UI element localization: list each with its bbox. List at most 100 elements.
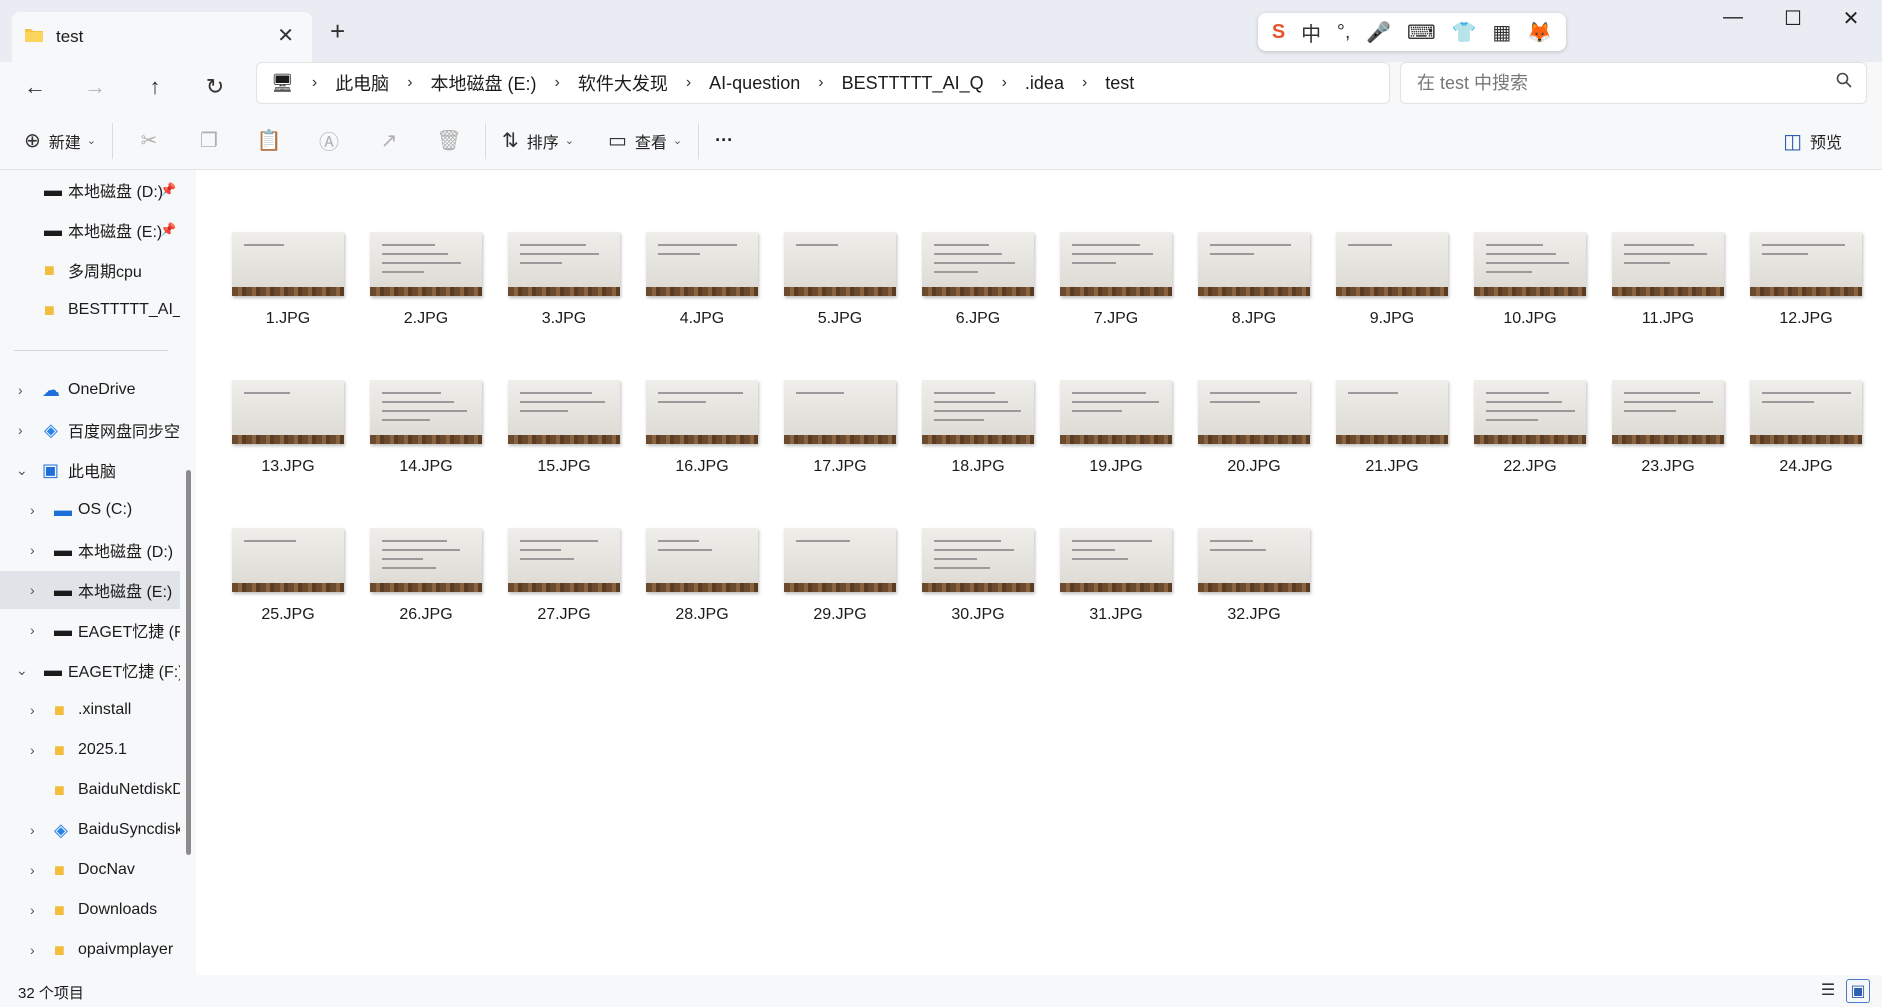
file-item[interactable]: 11.JPG (1606, 232, 1730, 360)
sidebar-item-xinstall[interactable]: › ■ .xinstall (0, 691, 180, 729)
file-view[interactable]: 1.JPG 2.JPG 3.JPG 4.JPG 5.JPG 6.JPG 7.JPG 8.JPG… (196, 170, 1882, 975)
skin-icon[interactable]: 👕 (1452, 20, 1477, 45)
rename-icon[interactable]: Ⓐ (299, 126, 359, 155)
close-window-button[interactable]: ✕ (1826, 6, 1876, 34)
file-item[interactable]: 7.JPG (1054, 232, 1178, 360)
more-options-button[interactable]: ··· (705, 121, 743, 161)
navigation-pane[interactable]: ▬ 本地磁盘 (D:) 📌 ▬ 本地磁盘 (E:) 📌 ■ 多周期cpu ■ B… (0, 170, 196, 975)
search-icon[interactable] (1836, 72, 1852, 93)
file-item[interactable]: 12.JPG (1744, 232, 1868, 360)
file-item[interactable]: 18.JPG (916, 380, 1040, 508)
file-item[interactable]: 29.JPG (778, 528, 902, 656)
chevron-right-icon[interactable]: › (30, 702, 35, 718)
computer-icon[interactable]: 🖥 (271, 73, 294, 94)
sidebar-item-onedrive[interactable]: › ☁ OneDrive (0, 371, 180, 409)
file-item[interactable]: 9.JPG (1330, 232, 1454, 360)
file-item[interactable]: 6.JPG (916, 232, 1040, 360)
share-icon[interactable]: ↗ (359, 128, 419, 153)
file-item[interactable]: 19.JPG (1054, 380, 1178, 508)
chevron-right-icon[interactable]: › (818, 74, 823, 92)
cut-icon[interactable]: ✂ (119, 128, 179, 153)
large-icons-view-button[interactable]: ▣ (1846, 979, 1870, 1003)
chevron-right-icon[interactable]: › (555, 74, 560, 92)
sidebar-item-bestttttt-folder[interactable]: ■ BESTTTTT_AI_Q (0, 291, 180, 329)
file-item[interactable]: 26.JPG (364, 528, 488, 656)
chevron-right-icon[interactable]: › (407, 74, 412, 92)
file-item[interactable]: 31.JPG (1054, 528, 1178, 656)
up-button[interactable]: ↑ (138, 70, 172, 104)
sidebar-item-drive-e[interactable]: › ▬ 本地磁盘 (E:) (0, 571, 180, 609)
sidebar-item-opaivmplayer[interactable]: › ■ opaivmplayer (0, 931, 180, 969)
sidebar-item-baidunetdisk[interactable]: ■ BaiduNetdiskDownload (0, 771, 180, 809)
toolbox-icon[interactable]: ▦ (1492, 20, 1511, 45)
chevron-right-icon[interactable]: › (18, 382, 23, 398)
file-item[interactable]: 15.JPG (502, 380, 626, 508)
chinese-mode-button[interactable]: 中 (1301, 18, 1321, 47)
sidebar-item-drive-c[interactable]: › ▬ OS (C:) (0, 491, 180, 529)
breadcrumb-ai-question[interactable]: AI-question (709, 73, 800, 94)
file-item[interactable]: 2.JPG (364, 232, 488, 360)
sidebar-item-baidusyncdisk[interactable]: › ◈ BaiduSyncdisk (0, 811, 180, 849)
sidebar-item-drive-d-pinned[interactable]: ▬ 本地磁盘 (D:) 📌 (0, 171, 180, 209)
chevron-right-icon[interactable]: › (1002, 74, 1007, 92)
file-item[interactable]: 8.JPG (1192, 232, 1316, 360)
file-item[interactable]: 4.JPG (640, 232, 764, 360)
sidebar-item-drive-f[interactable]: ⌄ ▬ EAGET忆捷 (F:) (0, 651, 180, 689)
file-item[interactable]: 5.JPG (778, 232, 902, 360)
sidebar-item-baidu-sync[interactable]: › ◈ 百度网盘同步空间 (0, 411, 180, 449)
mascot-icon[interactable]: 🦊 (1527, 20, 1552, 45)
close-tab-icon[interactable]: ✕ (277, 26, 294, 46)
sidebar-scrollbar[interactable] (186, 470, 191, 855)
chevron-right-icon[interactable]: › (30, 542, 35, 558)
chevron-right-icon[interactable]: › (30, 902, 35, 918)
sidebar-item-drive-e-pinned[interactable]: ▬ 本地磁盘 (E:) 📌 (0, 211, 180, 249)
breadcrumb-software[interactable]: 软件大发现 (578, 70, 668, 96)
preview-pane-button[interactable]: ◫ 预览 (1773, 121, 1852, 161)
chevron-down-icon[interactable]: ⌄ (16, 462, 28, 479)
new-tab-button[interactable]: + (330, 18, 345, 44)
microphone-icon[interactable]: 🎤 (1366, 20, 1391, 45)
sidebar-item-cpu-folder[interactable]: ■ 多周期cpu (0, 251, 180, 289)
file-item[interactable]: 3.JPG (502, 232, 626, 360)
chevron-right-icon[interactable]: › (30, 942, 35, 958)
breadcrumb-test[interactable]: test (1105, 73, 1134, 94)
sogou-logo-icon[interactable]: S (1272, 21, 1285, 44)
sidebar-item-downloads[interactable]: › ■ Downloads (0, 891, 180, 929)
search-box[interactable] (1400, 62, 1867, 104)
sidebar-item-drive-d[interactable]: › ▬ 本地磁盘 (D:) (0, 531, 180, 569)
file-item[interactable]: 30.JPG (916, 528, 1040, 656)
sidebar-item-2025-1[interactable]: › ■ 2025.1 (0, 731, 180, 769)
file-item[interactable]: 14.JPG (364, 380, 488, 508)
chevron-right-icon[interactable]: › (30, 582, 35, 598)
file-item[interactable]: 20.JPG (1192, 380, 1316, 508)
paste-icon[interactable]: 📋 (239, 128, 299, 153)
keyboard-icon[interactable]: ⌨ (1407, 20, 1436, 45)
file-item[interactable]: 23.JPG (1606, 380, 1730, 508)
sidebar-item-drive-f-sub[interactable]: › ▬ EAGET忆捷 (F:) (0, 611, 180, 649)
file-item[interactable]: 27.JPG (502, 528, 626, 656)
file-item[interactable]: 21.JPG (1330, 380, 1454, 508)
chevron-right-icon[interactable]: › (30, 822, 35, 838)
delete-icon[interactable]: 🗑 (419, 128, 479, 153)
file-item[interactable]: 22.JPG (1468, 380, 1592, 508)
chevron-right-icon[interactable]: › (312, 74, 317, 92)
refresh-button[interactable]: ↻ (198, 70, 232, 104)
breadcrumb-this-pc[interactable]: 此电脑 (335, 70, 389, 96)
breadcrumb-idea[interactable]: .idea (1025, 73, 1064, 94)
chevron-right-icon[interactable]: › (30, 862, 35, 878)
chevron-right-icon[interactable]: › (30, 502, 35, 518)
file-item[interactable]: 25.JPG (226, 528, 350, 656)
file-item[interactable]: 28.JPG (640, 528, 764, 656)
chevron-right-icon[interactable]: › (1082, 74, 1087, 92)
file-item[interactable]: 24.JPG (1744, 380, 1868, 508)
breadcrumb-drive-e[interactable]: 本地磁盘 (E:) (431, 70, 537, 96)
minimize-button[interactable]: — (1708, 6, 1758, 34)
breadcrumb-bestttttt[interactable]: BESTTTTT_AI_Q (842, 73, 984, 94)
sort-button[interactable]: ⇅ 排序 ⌄ (492, 121, 584, 161)
tab-test[interactable]: test ✕ (12, 12, 312, 62)
file-item[interactable]: 13.JPG (226, 380, 350, 508)
back-button[interactable]: ← (18, 70, 52, 104)
copy-icon[interactable]: ❐ (179, 128, 239, 153)
chevron-down-icon[interactable]: ⌄ (16, 662, 28, 679)
forward-button[interactable]: → (78, 70, 112, 104)
